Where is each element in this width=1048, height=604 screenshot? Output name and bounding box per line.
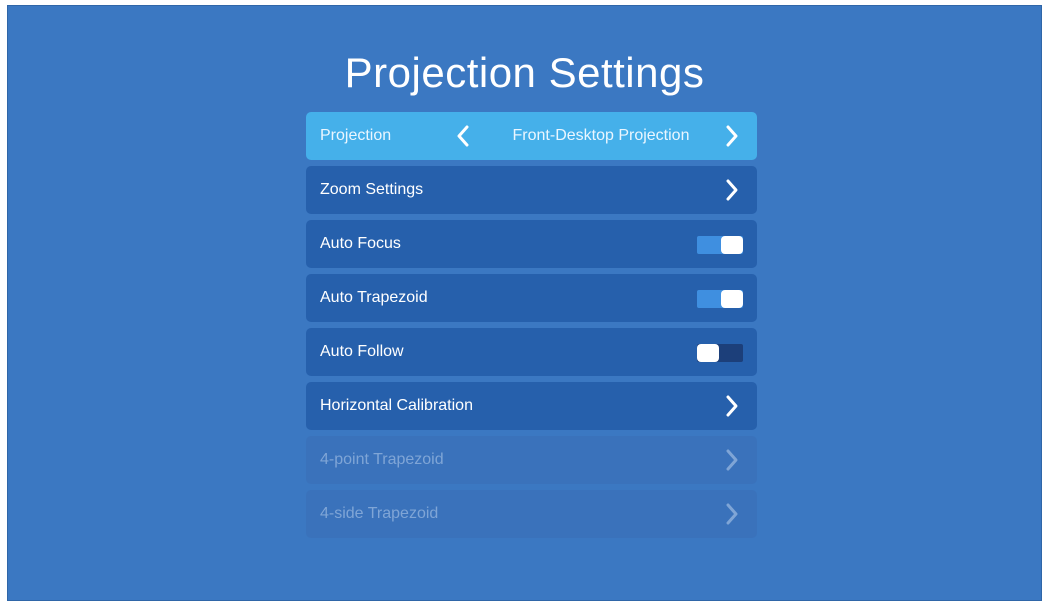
projection-value: Front-Desktop Projection xyxy=(512,127,690,144)
settings-menu: Projection Front-Desktop Projection Zoom… xyxy=(306,112,757,544)
menu-item-label: Zoom Settings xyxy=(320,181,424,198)
auto-focus-toggle[interactable] xyxy=(697,236,743,254)
menu-item-label: Auto Follow xyxy=(320,343,404,360)
chevron-left-icon[interactable] xyxy=(452,112,474,160)
menu-item-4-side-trapezoid: 4-side Trapezoid xyxy=(306,490,757,538)
chevron-right-icon xyxy=(721,436,743,484)
menu-item-label: 4-side Trapezoid xyxy=(320,505,439,522)
menu-item-label: Horizontal Calibration xyxy=(320,397,473,414)
auto-trapezoid-toggle[interactable] xyxy=(697,290,743,308)
menu-item-auto-focus[interactable]: Auto Focus xyxy=(306,220,757,268)
chevron-right-icon[interactable] xyxy=(721,112,743,160)
toggle-knob xyxy=(721,290,743,308)
chevron-right-icon xyxy=(721,490,743,538)
page-title: Projection Settings xyxy=(344,49,705,96)
projector-screen: Projection Settings Projection Front-Des… xyxy=(7,5,1042,601)
menu-item-4-point-trapezoid: 4-point Trapezoid xyxy=(306,436,757,484)
chevron-right-icon xyxy=(721,382,743,430)
toggle-knob xyxy=(721,236,743,254)
menu-item-label: Projection xyxy=(320,127,392,144)
chevron-right-icon xyxy=(721,166,743,214)
toggle-knob xyxy=(697,344,719,362)
menu-item-label: Auto Focus xyxy=(320,235,401,252)
menu-item-horizontal-calibration[interactable]: Horizontal Calibration xyxy=(306,382,757,430)
menu-item-auto-trapezoid[interactable]: Auto Trapezoid xyxy=(306,274,757,322)
menu-item-auto-follow[interactable]: Auto Follow xyxy=(306,328,757,376)
menu-item-label: Auto Trapezoid xyxy=(320,289,428,306)
auto-follow-toggle[interactable] xyxy=(697,344,743,362)
menu-item-zoom-settings[interactable]: Zoom Settings xyxy=(306,166,757,214)
menu-item-label: 4-point Trapezoid xyxy=(320,451,444,468)
menu-item-projection[interactable]: Projection Front-Desktop Projection xyxy=(306,112,757,160)
